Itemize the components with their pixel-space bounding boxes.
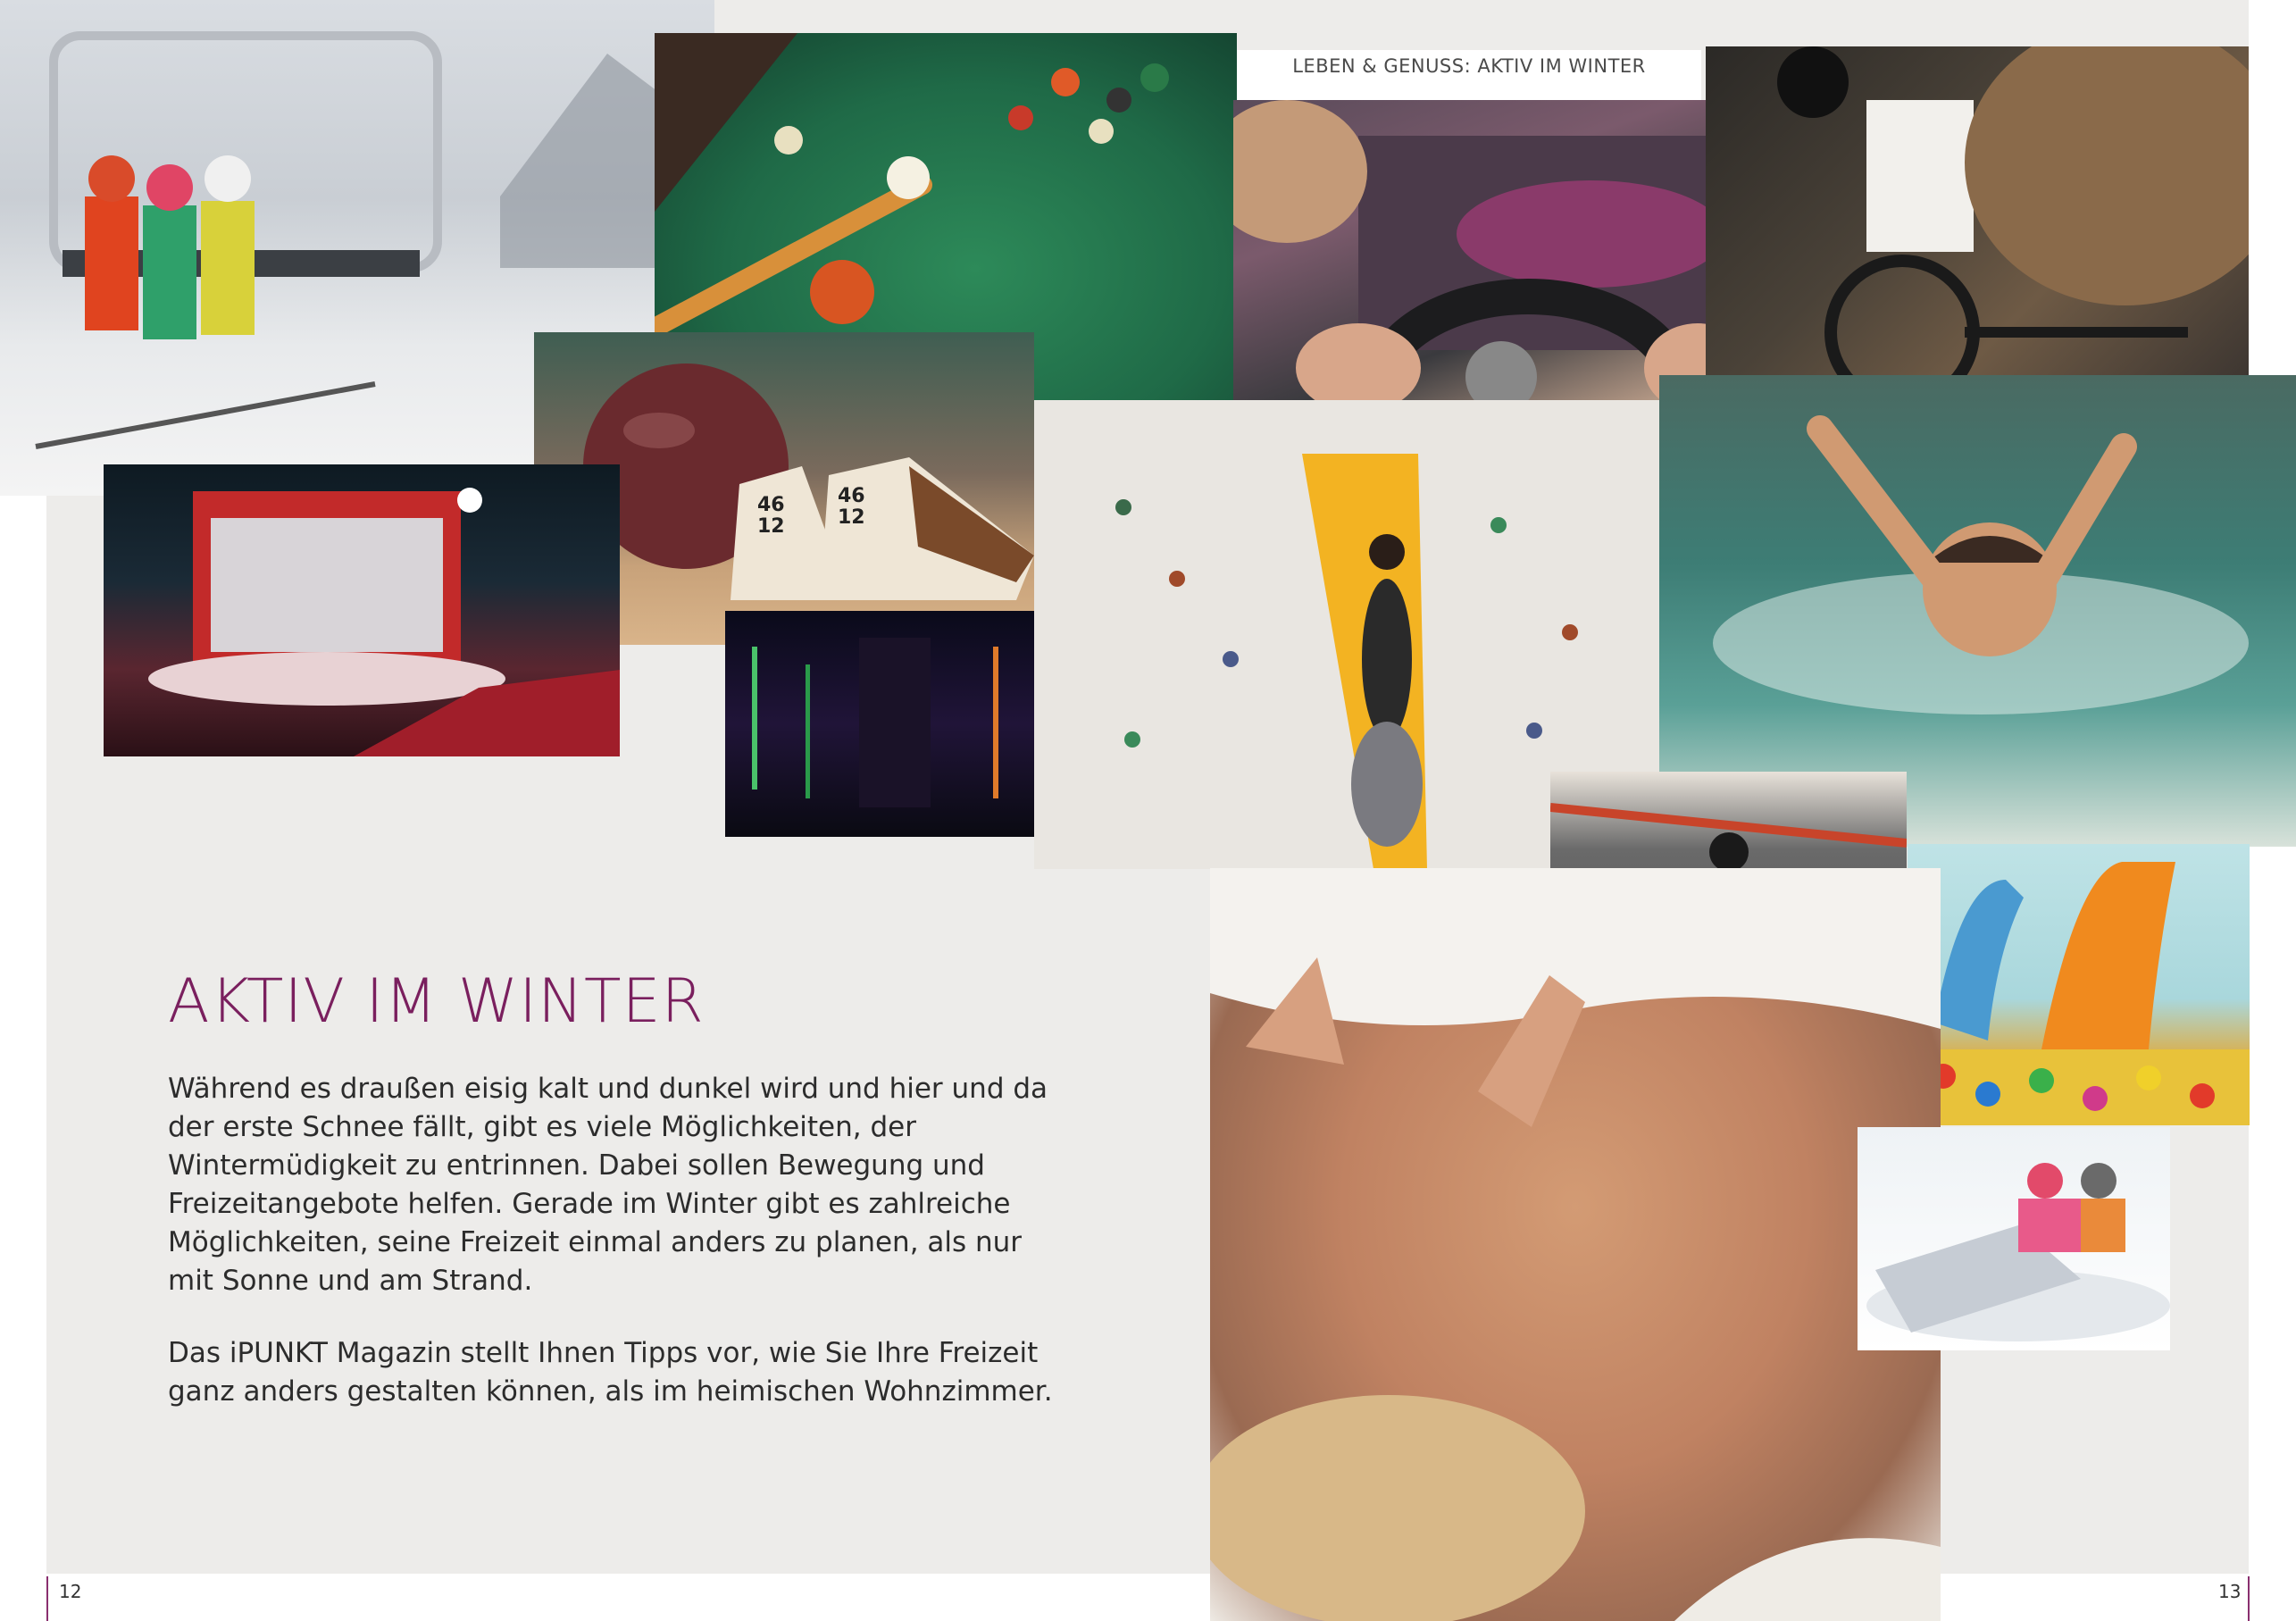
photo-laser-tag	[725, 611, 1077, 837]
page-rule-right	[2248, 1576, 2250, 1621]
bowling-shoe-number-right: 46	[838, 485, 865, 507]
page-number-right: 13	[2218, 1581, 2242, 1602]
photo-detective-desk	[1706, 46, 2249, 397]
svg-text:12: 12	[757, 515, 785, 538]
article-paragraph-2: Das iPUNKT Magazin stellt Ihnen Tipps vo…	[168, 1337, 1053, 1408]
article-title: AKTIV IM WINTER	[168, 966, 705, 1037]
article-paragraph-1: Während es draußen eisig kalt und dunkel…	[168, 1073, 1048, 1297]
page-number-left: 12	[59, 1581, 82, 1602]
running-header-text: LEBEN & GENUSS: AKTIV IM WINTER	[1292, 55, 1646, 77]
photo-theater	[104, 464, 620, 756]
photo-massage	[1210, 868, 1941, 1621]
page-rule-left	[46, 1576, 48, 1621]
bowling-shoe-number-left: 46	[757, 494, 785, 516]
article-body: Während es draußen eisig kalt und dunkel…	[168, 1070, 1070, 1445]
photo-sledding	[1858, 1127, 2170, 1350]
svg-text:12: 12	[838, 506, 865, 529]
running-header: LEBEN & GENUSS: AKTIV IM WINTER	[1237, 50, 1701, 100]
photo-indoor-playground	[1908, 844, 2250, 1125]
